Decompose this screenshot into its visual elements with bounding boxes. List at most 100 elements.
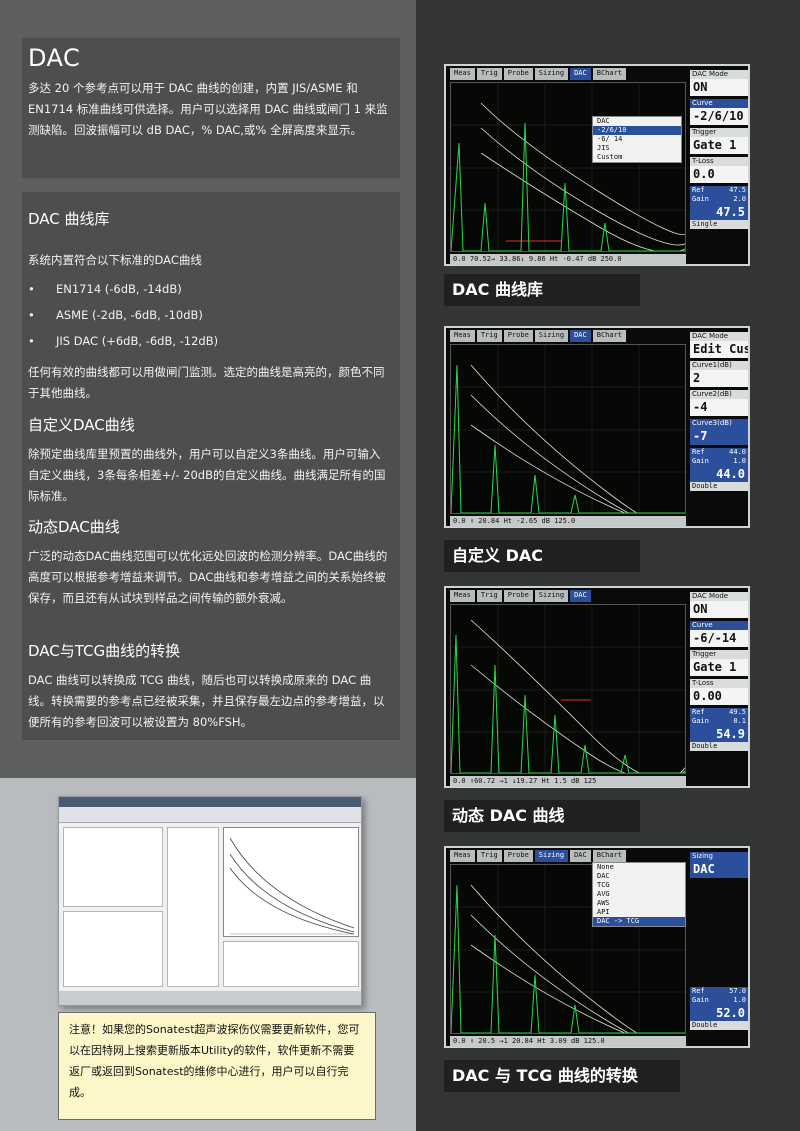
mode-footer: Double (690, 482, 748, 491)
intro-text: 多达 20 个参考点可以用于 DAC 曲线的创建，内置 JIS/ASME 和 E… (28, 81, 388, 137)
screen-tabs: Meas Trig Probe Sizing DAC BChart (450, 850, 628, 862)
tab-bchart[interactable]: BChart (592, 850, 627, 862)
mode-value[interactable]: ON (690, 79, 748, 96)
gain-row: Gain 1.0 (690, 457, 748, 466)
gain-step: 1.0 (733, 996, 746, 1004)
tab-trig[interactable]: Trig (476, 850, 502, 862)
tab-probe[interactable]: Probe (503, 850, 533, 862)
gain-row: Gain 2.0 (690, 195, 748, 204)
tab-meas[interactable]: Meas (450, 590, 475, 602)
side-panel: DAC Mode Edit Cus Curve1(dB) 2 Curve2(dB… (690, 332, 748, 491)
tab-probe[interactable]: Probe (503, 590, 533, 602)
bullet-mark: • (28, 308, 35, 322)
curve-value[interactable]: -6/-14 (690, 630, 748, 647)
tab-sizing[interactable]: Sizing (534, 850, 569, 862)
ref-label: Ref (692, 448, 705, 456)
software-statusbar (59, 991, 361, 1005)
gain-value[interactable]: 44.0 (690, 466, 748, 482)
ref-row: Ref 49.5 (690, 708, 748, 717)
caption-dac-tcg: DAC 与 TCG 曲线的转换 (444, 1060, 680, 1092)
convert-title: DAC与TCG曲线的转换 (28, 642, 181, 660)
menu-item[interactable]: API (593, 908, 685, 917)
ref-label: Ref (692, 186, 705, 194)
gain-label: Gain (692, 996, 709, 1004)
screen-tabs: Meas Trig Probe Sizing DAC (450, 590, 593, 602)
menu-item[interactable]: DAC (593, 117, 681, 126)
tloss-label: T-Loss (690, 679, 748, 688)
curve3-value[interactable]: -7 (690, 428, 748, 445)
tab-trig[interactable]: Trig (476, 590, 502, 602)
ascan-plot (450, 344, 686, 514)
mode-value[interactable]: ON (690, 601, 748, 618)
tab-sizing[interactable]: Sizing (534, 590, 569, 602)
trigger-label: Trigger (690, 650, 748, 659)
menu-item[interactable]: Custom (593, 153, 681, 162)
caption-custom-dac: 自定义 DAC (444, 540, 640, 572)
mode-footer: Single (690, 220, 748, 229)
curve-dropdown[interactable]: DAC -2/6/10 -6/ 14 JIS Custom (592, 116, 682, 163)
trigger-value[interactable]: Gate 1 (690, 659, 748, 676)
status-bar: 0.0 70.52→ 33.86↓ 9.86 Ht -0.47 dB 250.0 (450, 254, 686, 265)
tab-sizing[interactable]: Sizing (534, 330, 569, 342)
status-bar: 0.0 ↑ 20.5 →1 20.84 Ht 3.09 dB 125.0 (450, 1036, 686, 1047)
menu-item[interactable]: -2/6/10 (593, 126, 681, 135)
ref-row: Ref 44.0 (690, 448, 748, 457)
list-pane (167, 827, 219, 987)
tab-probe[interactable]: Probe (503, 68, 533, 80)
menu-item[interactable]: DAC -> TCG (593, 917, 685, 926)
tab-meas[interactable]: Meas (450, 850, 475, 862)
tab-dac[interactable]: DAC (570, 68, 591, 80)
curve1-value[interactable]: 2 (690, 370, 748, 387)
tloss-value[interactable]: 0.0 (690, 166, 748, 183)
tab-dac[interactable]: DAC (570, 590, 591, 602)
tab-dac[interactable]: DAC (570, 850, 591, 862)
sizing-dropdown[interactable]: None DAC TCG AVG AWS API DAC -> TCG (592, 862, 686, 927)
tab-probe[interactable]: Probe (503, 330, 533, 342)
list-item: • ASME (-2dB, -6dB, -10dB) (28, 302, 388, 328)
tab-meas[interactable]: Meas (450, 330, 475, 342)
menu-item[interactable]: -6/ 14 (593, 135, 681, 144)
status-bar: 0.0 ↑ 20.84 Ht -2.65 dB 125.0 (450, 516, 686, 527)
menu-item[interactable]: DAC (593, 872, 685, 881)
menu-item[interactable]: None (593, 863, 685, 872)
ref-value: 47.5 (729, 186, 746, 194)
curve2-value[interactable]: -4 (690, 399, 748, 416)
curve-value[interactable]: -2/6/10 (690, 108, 748, 125)
mode-value[interactable]: Edit Cus (690, 341, 748, 358)
bullet-mark: • (28, 334, 35, 348)
tab-bchart[interactable]: BChart (592, 330, 627, 342)
caption-dynamic-dac: 动态 DAC 曲线 (444, 800, 640, 832)
gain-row: Gain 1.0 (690, 996, 748, 1005)
tab-sizing[interactable]: Sizing (534, 68, 569, 80)
sizing-value[interactable]: DAC (690, 861, 748, 878)
menu-item[interactable]: TCG (593, 881, 685, 890)
ascan-svg (451, 345, 685, 513)
tab-trig[interactable]: Trig (476, 330, 502, 342)
ascan-plot (450, 82, 686, 252)
folder-pane (63, 911, 163, 987)
library-title: DAC 曲线库 (28, 210, 110, 228)
gain-value[interactable]: 52.0 (690, 1005, 748, 1021)
mini-plot-svg (229, 837, 355, 935)
screen-custom-dac: Meas Trig Probe Sizing DAC BChart 0.0 ↑ … (444, 326, 750, 528)
menu-item[interactable]: AVG (593, 890, 685, 899)
software-titlebar (59, 797, 361, 807)
menu-item[interactable]: AWS (593, 899, 685, 908)
tab-trig[interactable]: Trig (476, 68, 502, 80)
tab-meas[interactable]: Meas (450, 68, 475, 80)
caption-dac-library: DAC 曲线库 (444, 274, 640, 306)
library-note: 任何有效的曲线都可以用做闸门监测。选定的曲线是高亮的，颜色不同于其他曲线。 (28, 365, 385, 400)
gain-value[interactable]: 54.9 (690, 726, 748, 742)
trigger-value[interactable]: Gate 1 (690, 137, 748, 154)
tab-bchart[interactable]: BChart (592, 68, 627, 80)
gain-value[interactable]: 47.5 (690, 204, 748, 220)
page-title: DAC (28, 44, 81, 72)
custom-text: 除预定曲线库里预置的曲线外，用户可以自定义3条曲线。用户可输入自定义曲线，3条每… (28, 447, 386, 503)
menu-item[interactable]: JIS (593, 144, 681, 153)
status-bar: 0.0 ↑60.72 →1 ↓19.27 Ht 1.5 dB 125 (450, 776, 686, 787)
tloss-value[interactable]: 0.00 (690, 688, 748, 705)
curve1-label: Curve1(dB) (690, 361, 748, 370)
standard-list: • EN1714 (-6dB, -14dB) • ASME (-2dB, -6dB,… (28, 276, 388, 354)
tab-dac[interactable]: DAC (570, 330, 591, 342)
software-toolbar (59, 807, 361, 823)
